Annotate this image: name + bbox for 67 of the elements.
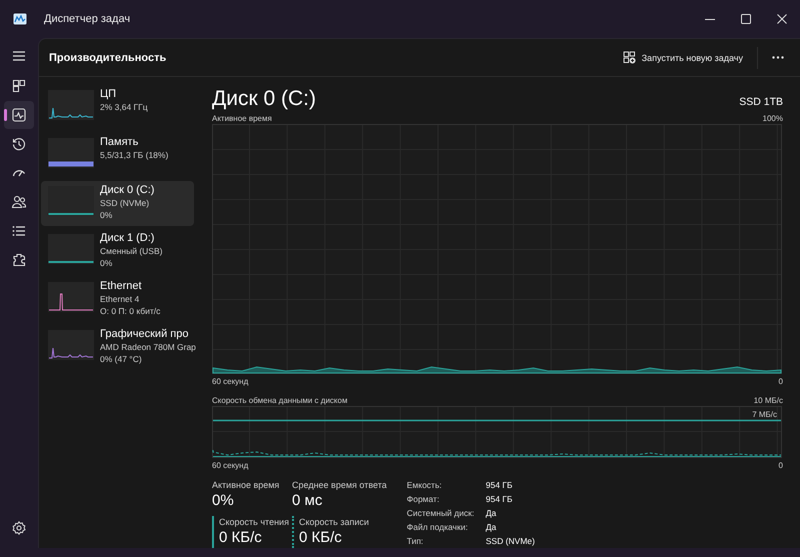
device-name: Память — [100, 136, 140, 149]
clock-history-icon — [11, 136, 27, 152]
property-label: Тип: — [406, 535, 424, 548]
device-name: ЦП — [100, 88, 118, 101]
reference-line-label: 7 МБ/с — [752, 409, 777, 420]
new-task-icon — [622, 51, 636, 64]
axis-time-label: 60 секунд — [212, 376, 248, 387]
axis-zero-label: 0 — [778, 460, 783, 471]
run-new-task-button[interactable]: Запустить новую задачу — [614, 44, 751, 72]
device-name: Графический про — [100, 328, 190, 341]
settings-icon — [11, 520, 27, 536]
page-title: Производительность — [49, 52, 168, 64]
device-subtitle: 5,5/31,3 ГБ (18%) — [100, 149, 168, 161]
puzzle-icon — [11, 252, 27, 268]
nav-button[interactable] — [4, 101, 34, 129]
device-usage: О: 0 П: 0 кбит/с — [100, 305, 160, 317]
axis-time-label: 60 секунд — [212, 460, 248, 471]
axis-zero-label: 0 — [778, 376, 783, 387]
device-usage: 0% — [100, 209, 114, 221]
device-list-item[interactable]: Графический про AMD Radeon 780M Grap 0% (47 °C) — [41, 325, 194, 370]
property-value: 954 ГБ — [486, 479, 514, 492]
window-title: Диспетчер задач — [44, 13, 130, 25]
property-value: SSD (NVMe) — [486, 535, 535, 548]
property-value: Да — [486, 521, 498, 534]
property-value: 954 ГБ — [486, 493, 514, 506]
stat-label: Активное время — [212, 479, 280, 491]
disk-model: SSD 1TB — [739, 96, 783, 108]
stat-label: Скорость чтения — [219, 516, 290, 528]
maximize-icon — [741, 14, 751, 24]
property-label: Емкость: — [406, 479, 443, 492]
device-name: Ethernet — [100, 280, 143, 293]
device-subtitle: SSD (NVMe) — [100, 197, 150, 209]
stat-label: Скорость записи — [299, 516, 370, 528]
device-name: Диск 0 (C:) — [100, 184, 154, 197]
grid-icon — [11, 78, 27, 94]
property-label: Формат: — [406, 493, 440, 506]
more-icon — [772, 56, 784, 59]
app-icon — [13, 13, 27, 25]
property-label: Системный диск: — [406, 507, 476, 520]
list-icon — [11, 223, 27, 239]
stat-value: 0% — [212, 491, 234, 511]
device-name: Диск 1 (D:) — [100, 232, 156, 245]
property-label: Файл подкачки: — [406, 521, 469, 534]
device-subtitle: 2% 3,64 ГГц — [100, 101, 148, 113]
device-subtitle: Ethernet 4 — [100, 293, 140, 305]
property-value: Да — [486, 507, 498, 520]
pulse-chart-icon — [11, 107, 27, 123]
device-subtitle: Сменный (USB) — [100, 245, 162, 257]
stat-value: 0 мс — [292, 491, 322, 511]
device-list-item[interactable]: Ethernet Ethernet 4 О: 0 П: 0 кбит/с — [41, 277, 194, 322]
chart-label: Скорость обмена данными с диском — [212, 395, 348, 406]
device-subtitle: AMD Radeon 780M Grap — [100, 341, 196, 353]
axis-max-label: 10 МБ/с — [754, 395, 783, 406]
disk-title: Диск 0 (C:) — [212, 87, 316, 111]
close-icon — [777, 14, 787, 24]
device-usage: 0% — [100, 257, 114, 269]
device-list-item[interactable]: Диск 0 (C:) SSD (NVMe) 0% — [41, 181, 194, 226]
stat-value: 0 КБ/с — [219, 528, 263, 548]
device-usage: 0% (47 °C) — [100, 353, 143, 365]
stat-label: Среднее время ответа — [292, 479, 387, 491]
stat-value: 0 КБ/с — [299, 528, 343, 548]
device-list-item[interactable]: Диск 1 (D:) Сменный (USB) 0% — [41, 229, 194, 274]
device-list-item[interactable]: ЦП 2% 3,64 ГГц — [41, 85, 194, 130]
chart-label: Активное время — [212, 113, 272, 124]
axis-max-label: 100% — [762, 113, 783, 124]
users-icon — [11, 194, 27, 210]
device-list-item[interactable]: Память 5,5/31,3 ГБ (18%) — [41, 133, 194, 178]
